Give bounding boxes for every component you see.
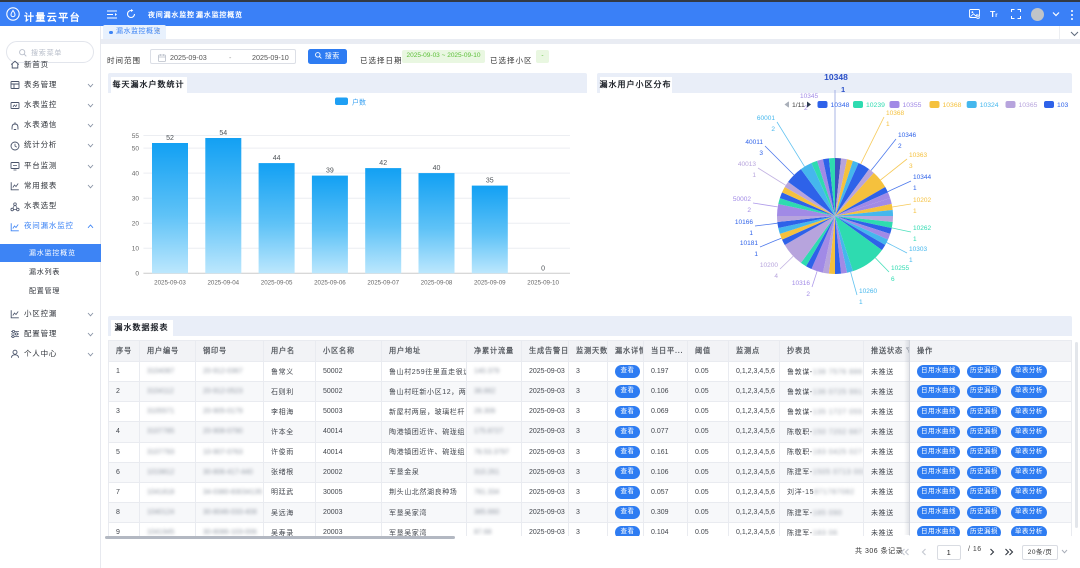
svg-text:20: 20 xyxy=(132,221,140,228)
svg-text:0: 0 xyxy=(541,265,545,272)
svg-text:10181: 10181 xyxy=(740,240,758,247)
svg-text:1: 1 xyxy=(913,236,917,243)
svg-text:39: 39 xyxy=(326,168,334,175)
svg-text:1: 1 xyxy=(754,251,758,258)
svg-text:2025-09-06: 2025-09-06 xyxy=(314,279,346,286)
svg-text:30: 30 xyxy=(132,196,140,203)
svg-text:10200: 10200 xyxy=(760,262,778,269)
svg-text:54: 54 xyxy=(219,130,227,137)
svg-text:2: 2 xyxy=(771,126,775,133)
svg-text:2025-09-05: 2025-09-05 xyxy=(261,279,293,286)
svg-text:42: 42 xyxy=(379,160,387,167)
svg-text:40: 40 xyxy=(132,170,140,177)
svg-text:10346: 10346 xyxy=(898,132,916,139)
svg-text:10365: 10365 xyxy=(1019,102,1038,109)
svg-text:2025-09-07: 2025-09-07 xyxy=(367,279,399,286)
svg-text:52: 52 xyxy=(166,135,174,142)
svg-text:10348: 10348 xyxy=(831,102,850,109)
svg-text:3: 3 xyxy=(759,150,763,157)
svg-text:6: 6 xyxy=(891,276,895,283)
svg-text:2025-09-10: 2025-09-10 xyxy=(527,279,559,286)
svg-text:50: 50 xyxy=(132,145,140,152)
svg-text:10324: 10324 xyxy=(980,102,999,109)
svg-text:1: 1 xyxy=(913,208,917,215)
svg-text:2: 2 xyxy=(806,291,810,298)
svg-text:10260: 10260 xyxy=(859,288,877,295)
svg-text:44: 44 xyxy=(273,155,281,162)
svg-text:10202: 10202 xyxy=(913,197,931,204)
svg-text:40011: 40011 xyxy=(745,139,763,146)
svg-text:10368: 10368 xyxy=(886,110,904,117)
svg-text:35: 35 xyxy=(486,178,494,185)
svg-text:2: 2 xyxy=(898,143,902,150)
svg-text:1: 1 xyxy=(749,230,753,237)
svg-text:10: 10 xyxy=(132,246,140,253)
svg-text:60001: 60001 xyxy=(757,115,775,122)
svg-text:10348: 10348 xyxy=(824,72,848,82)
svg-text:10344: 10344 xyxy=(913,174,931,181)
svg-text:10368: 10368 xyxy=(943,102,962,109)
svg-text:户数: 户数 xyxy=(352,98,366,107)
svg-text:10255: 10255 xyxy=(891,265,909,272)
svg-text:1: 1 xyxy=(913,185,917,192)
svg-text:1: 1 xyxy=(752,172,756,179)
svg-text:1: 1 xyxy=(841,85,845,94)
svg-text:103: 103 xyxy=(1057,102,1069,109)
svg-text:40: 40 xyxy=(433,165,441,172)
svg-text:10262: 10262 xyxy=(913,225,931,232)
svg-text:2025-09-09: 2025-09-09 xyxy=(474,279,506,286)
svg-text:0: 0 xyxy=(135,271,139,278)
svg-text:2025-09-03: 2025-09-03 xyxy=(154,279,186,286)
svg-text:4: 4 xyxy=(774,273,778,280)
svg-text:1: 1 xyxy=(909,257,913,264)
svg-text:50002: 50002 xyxy=(733,196,751,203)
svg-text:2025-09-04: 2025-09-04 xyxy=(207,279,239,286)
svg-text:55: 55 xyxy=(132,133,140,140)
svg-text:1/11: 1/11 xyxy=(792,102,805,109)
svg-text:2: 2 xyxy=(747,207,751,214)
svg-text:40013: 40013 xyxy=(738,161,756,168)
svg-text:3: 3 xyxy=(909,163,913,170)
svg-text:10316: 10316 xyxy=(792,280,810,287)
svg-text:10239: 10239 xyxy=(866,102,885,109)
svg-text:2025-09-08: 2025-09-08 xyxy=(421,279,453,286)
svg-text:10355: 10355 xyxy=(903,102,922,109)
svg-text:1: 1 xyxy=(859,299,863,306)
svg-text:10363: 10363 xyxy=(909,152,927,159)
svg-text:1: 1 xyxy=(886,121,890,128)
svg-text:10345: 10345 xyxy=(800,93,818,100)
svg-text:10303: 10303 xyxy=(909,246,927,253)
svg-text:10166: 10166 xyxy=(735,219,753,226)
